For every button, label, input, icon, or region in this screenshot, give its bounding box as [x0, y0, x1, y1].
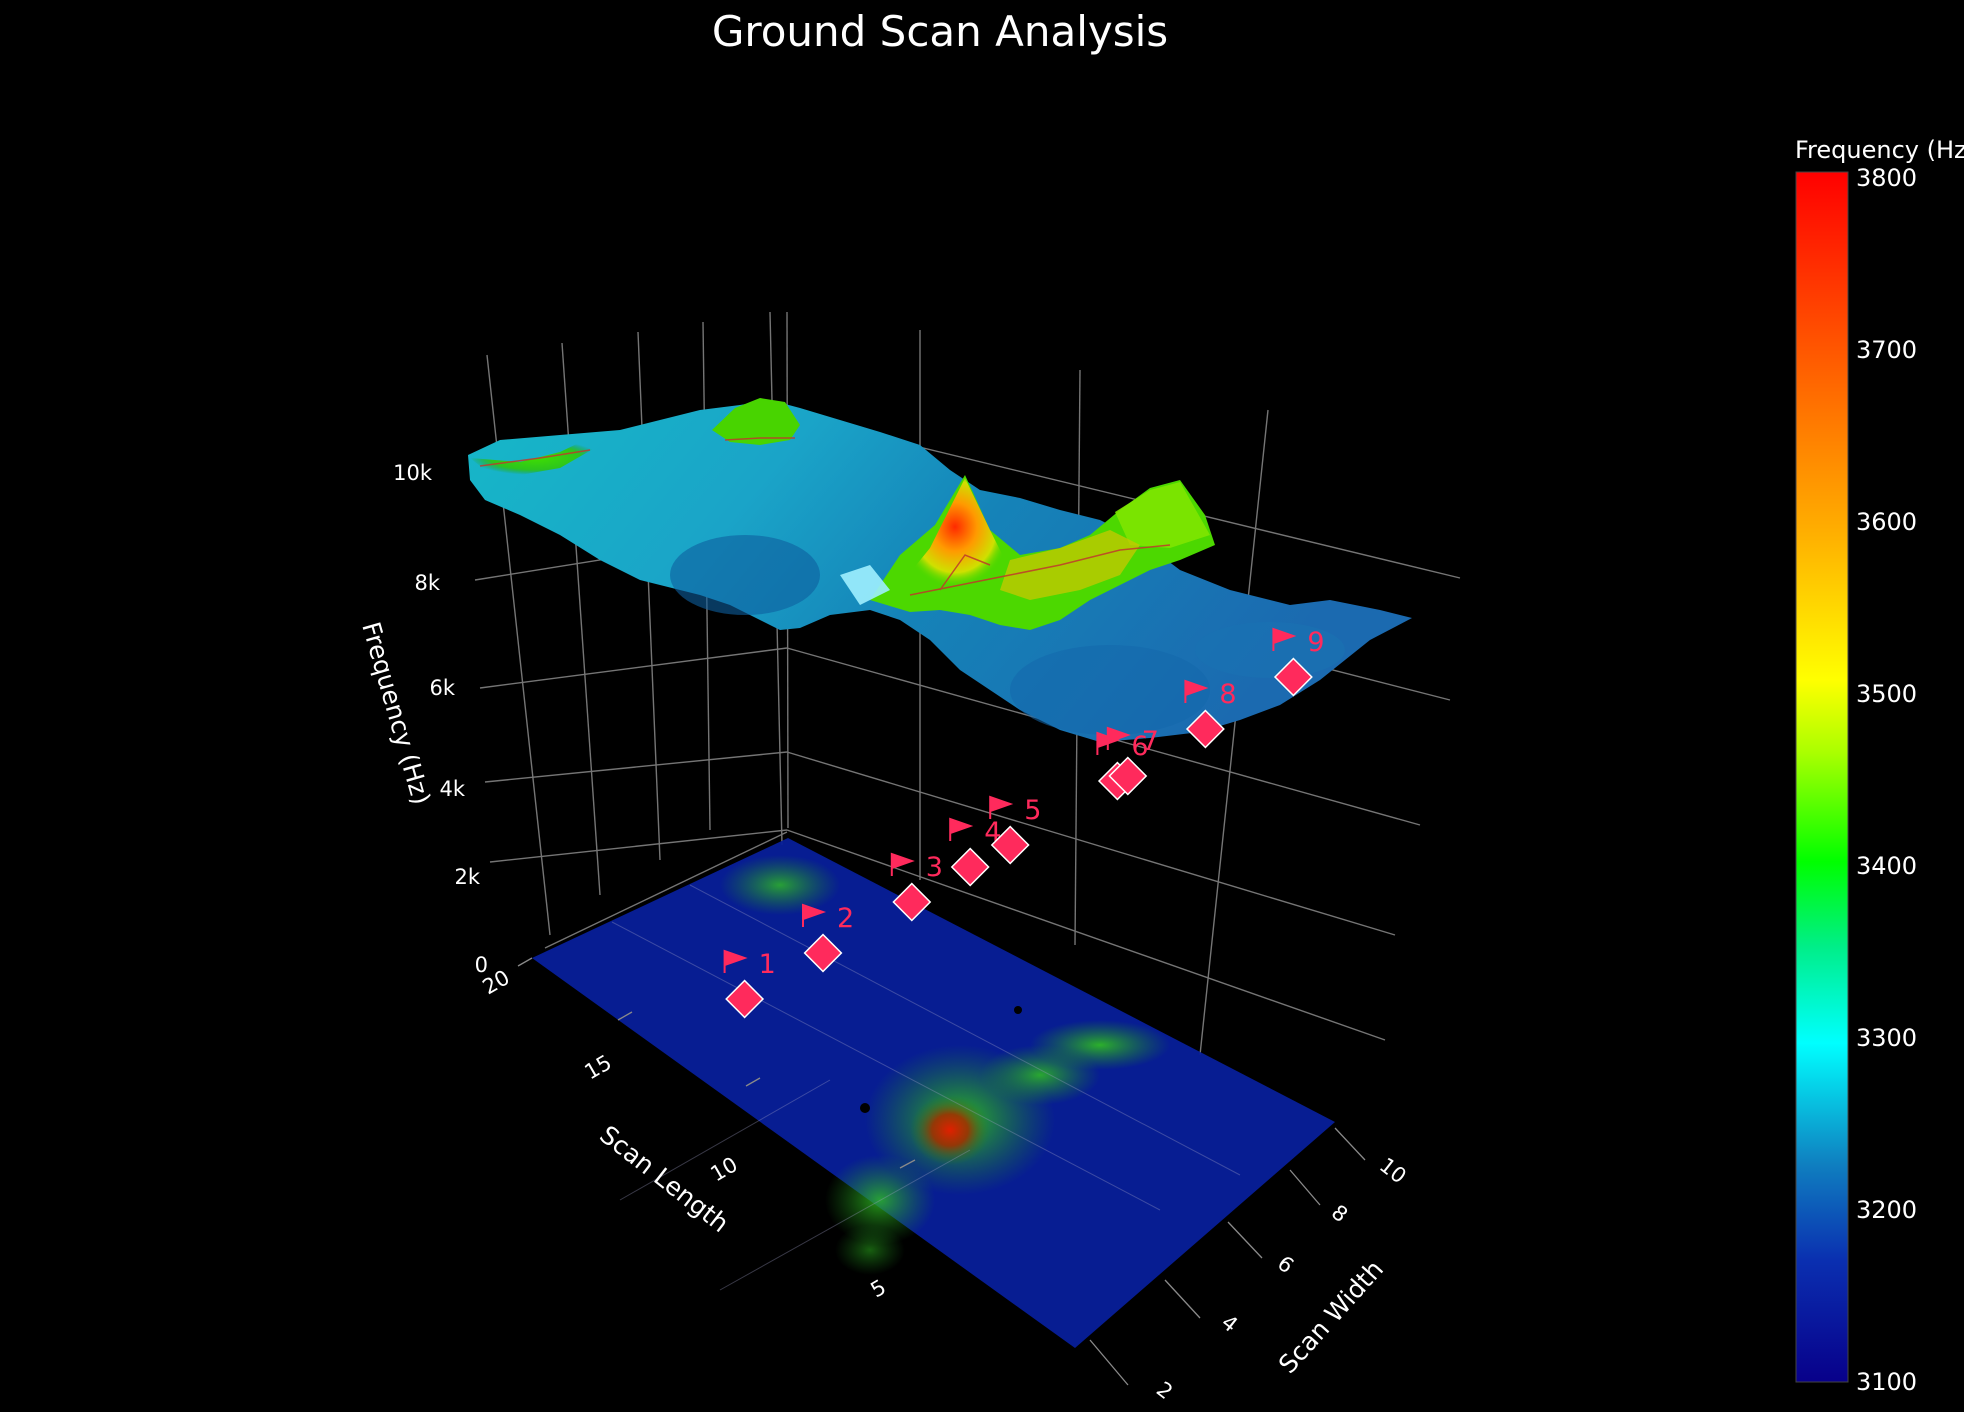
colorbar-tick-3600: 3600 [1856, 508, 1917, 536]
colorbar-tick-3500: 3500 [1856, 680, 1917, 708]
z-tick-10k: 10k [393, 461, 433, 485]
x-axis-label: Scan Width [1273, 1255, 1389, 1379]
marker-label-9: 9 [1307, 627, 1324, 658]
colorbar-tick-3100: 3100 [1856, 1368, 1917, 1396]
colorbar-gradient [1795, 171, 1849, 1383]
marker-diamond-4 [950, 847, 990, 887]
x-tick-6: 6 [1273, 1251, 1298, 1278]
z-tick-6k: 6k [429, 676, 455, 700]
colorbar-tick-3200: 3200 [1856, 1196, 1917, 1224]
chart-svg: Ground Scan Analysis 123456789 10k 8k 6k… [356, 7, 1964, 1404]
marker-label-7: 7 [1142, 726, 1159, 757]
colorbar-tick-3800: 3800 [1856, 164, 1917, 192]
colorbar: Frequency (Hz) 3100 3200 3300 3400 3500 3600 3… [1795, 136, 1964, 1396]
z-axis: 10k 8k 6k 4k 2k 0 Frequency (Hz) [356, 461, 488, 977]
marker-flag-4 [949, 817, 974, 841]
z-tick-4k: 4k [439, 777, 465, 801]
colorbar-tick-3700: 3700 [1856, 336, 1917, 364]
y-tick-15: 15 [581, 1050, 616, 1084]
y-tick-5: 5 [867, 1275, 891, 1302]
marker-label-3: 3 [926, 852, 943, 883]
marker-label-2: 2 [837, 903, 854, 934]
colorbar-title: Frequency (Hz) [1795, 136, 1964, 164]
x-tick-2: 2 [1152, 1377, 1177, 1404]
z-tick-2k: 2k [454, 865, 480, 889]
colorbar-tick-3300: 3300 [1856, 1024, 1917, 1052]
x-tick-4: 4 [1217, 1310, 1242, 1337]
colorbar-tick-3400: 3400 [1856, 852, 1917, 880]
y-tick-10: 10 [707, 1152, 742, 1186]
marker-label-5: 5 [1024, 795, 1041, 826]
x-tick-10: 10 [1375, 1153, 1411, 1188]
z-tick-8k: 8k [414, 571, 440, 595]
x-tick-8: 8 [1327, 1200, 1352, 1227]
z-axis-label: Frequency (Hz) [356, 619, 436, 808]
marker-label-1: 1 [759, 949, 776, 980]
chart-title: Ground Scan Analysis [712, 7, 1168, 56]
chart-root: Ground Scan Analysis 1 2 3 4 5 6 7 8 9 1… [0, 0, 1964, 1408]
marker-label-8: 8 [1219, 679, 1236, 710]
